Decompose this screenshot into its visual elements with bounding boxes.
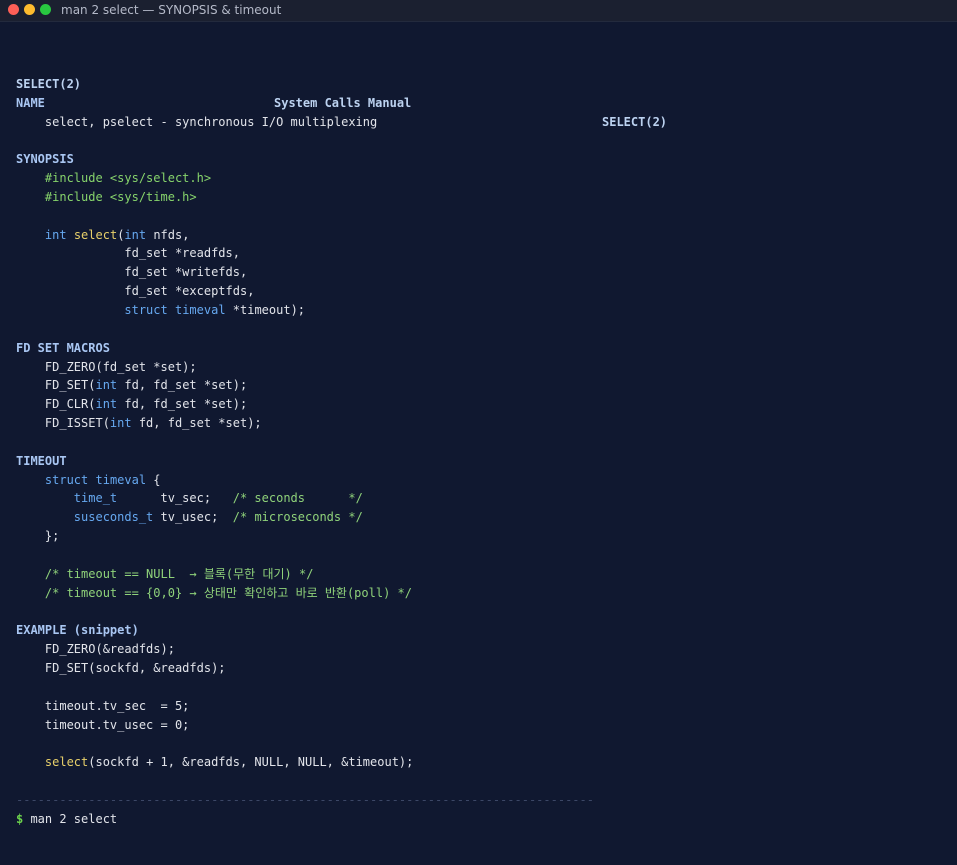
macro-name: FD_SET( xyxy=(16,378,96,393)
struct-line: struct timeval { xyxy=(16,471,946,490)
type-name: timeval xyxy=(174,302,226,317)
command-prompt[interactable]: $ man 2 select xyxy=(16,810,946,829)
type-name: timeval xyxy=(95,472,147,487)
timeout-note: /* timeout == NULL → 블록(무한 대기) */ xyxy=(16,566,314,581)
field-name: tv_usec; xyxy=(153,510,233,525)
section-heading-synopsis: SYNOPSIS xyxy=(16,152,74,167)
terminal-content[interactable]: SELECT(2) System Calls Manual SELECT(2) … xyxy=(16,56,946,829)
macro-line: FD_SET(int fd, fd_set *set); xyxy=(16,376,946,395)
code-comment: /* seconds */ xyxy=(232,491,363,506)
param-text: fd, fd_set *set); xyxy=(131,416,262,431)
param-text: nfds, xyxy=(146,227,190,242)
include-line: #include <sys/select.h> xyxy=(16,171,212,186)
command-text: man 2 select xyxy=(23,811,118,826)
zoom-button[interactable] xyxy=(40,4,51,15)
divider-line: ----------------------------------------… xyxy=(16,792,594,807)
window-title: man 2 select — SYNOPSIS & timeout xyxy=(61,3,282,17)
struct-close-line: }; xyxy=(16,529,60,544)
param-text: fd, fd_set *set); xyxy=(117,378,248,393)
keyword: int xyxy=(95,378,118,393)
macro-name: FD_CLR( xyxy=(16,397,96,412)
signature-line: fd_set *exceptfds, xyxy=(16,284,255,299)
example-line: FD_SET(sockfd, &readfds); xyxy=(16,661,226,675)
macro-name: FD_ISSET( xyxy=(16,416,110,431)
close-button[interactable] xyxy=(8,4,19,15)
example-line: timeout.tv_sec = 5; xyxy=(16,698,190,713)
function-name: select xyxy=(44,755,89,770)
man-header: SELECT(2) System Calls Manual SELECT(2) xyxy=(16,56,946,129)
brace: { xyxy=(146,472,161,487)
field-name: tv_sec; xyxy=(117,491,233,506)
call-args: (sockfd + 1, &readfds, NULL, NULL, &time… xyxy=(88,755,414,770)
type-name: time_t xyxy=(73,491,118,506)
function-name: select xyxy=(73,227,118,242)
section-heading-macros: FD SET MACROS xyxy=(16,340,110,355)
include-line: #include <sys/time.h> xyxy=(16,189,197,204)
code-comment: /* microseconds */ xyxy=(232,510,363,525)
timeout-note: /* timeout == {0,0} → 상태만 확인하고 바로 반환(pol… xyxy=(16,585,412,600)
keyword: int xyxy=(95,397,118,412)
keyword: int xyxy=(44,227,67,242)
type-name: suseconds_t xyxy=(73,510,154,525)
param-text: fd, fd_set *set); xyxy=(117,397,248,412)
keyword: struct xyxy=(124,302,168,317)
macro-line: FD_ZERO(fd_set *set); xyxy=(16,359,197,374)
example-line: timeout.tv_usec = 0; xyxy=(16,717,190,732)
keyword: int xyxy=(109,416,132,431)
example-line: FD_ZERO(&readfds); xyxy=(16,642,175,657)
name-description: select, pselect - synchronous I/O multip… xyxy=(16,114,378,129)
example-line: select(sockfd + 1, &readfds, NULL, NULL,… xyxy=(16,753,946,772)
keyword: struct xyxy=(44,472,89,487)
minimize-button[interactable] xyxy=(24,4,35,15)
signature-line: fd_set *writefds, xyxy=(16,265,248,280)
signature-line: int select(int nfds, xyxy=(16,226,946,245)
signature-line: fd_set *readfds, xyxy=(16,246,240,261)
signature-line: struct timeval *timeout); xyxy=(16,301,946,320)
title-bar: man 2 select — SYNOPSIS & timeout xyxy=(0,0,957,22)
param-text: *timeout); xyxy=(225,302,306,317)
keyword: int xyxy=(124,227,147,242)
terminal-window: man 2 select — SYNOPSIS & timeout SELECT… xyxy=(0,0,957,865)
section-heading-name: NAME xyxy=(16,95,45,110)
macro-line: FD_ISSET(int fd, fd_set *set); xyxy=(16,414,946,433)
struct-field-line: time_t tv_sec; /* seconds */ xyxy=(16,489,946,508)
struct-field-line: suseconds_t tv_usec; /* microseconds */ xyxy=(16,508,946,527)
macro-line: FD_CLR(int fd, fd_set *set); xyxy=(16,395,946,414)
section-heading-timeout: TIMEOUT xyxy=(16,453,67,468)
section-heading-example: EXAMPLE (snippet) xyxy=(16,623,139,638)
